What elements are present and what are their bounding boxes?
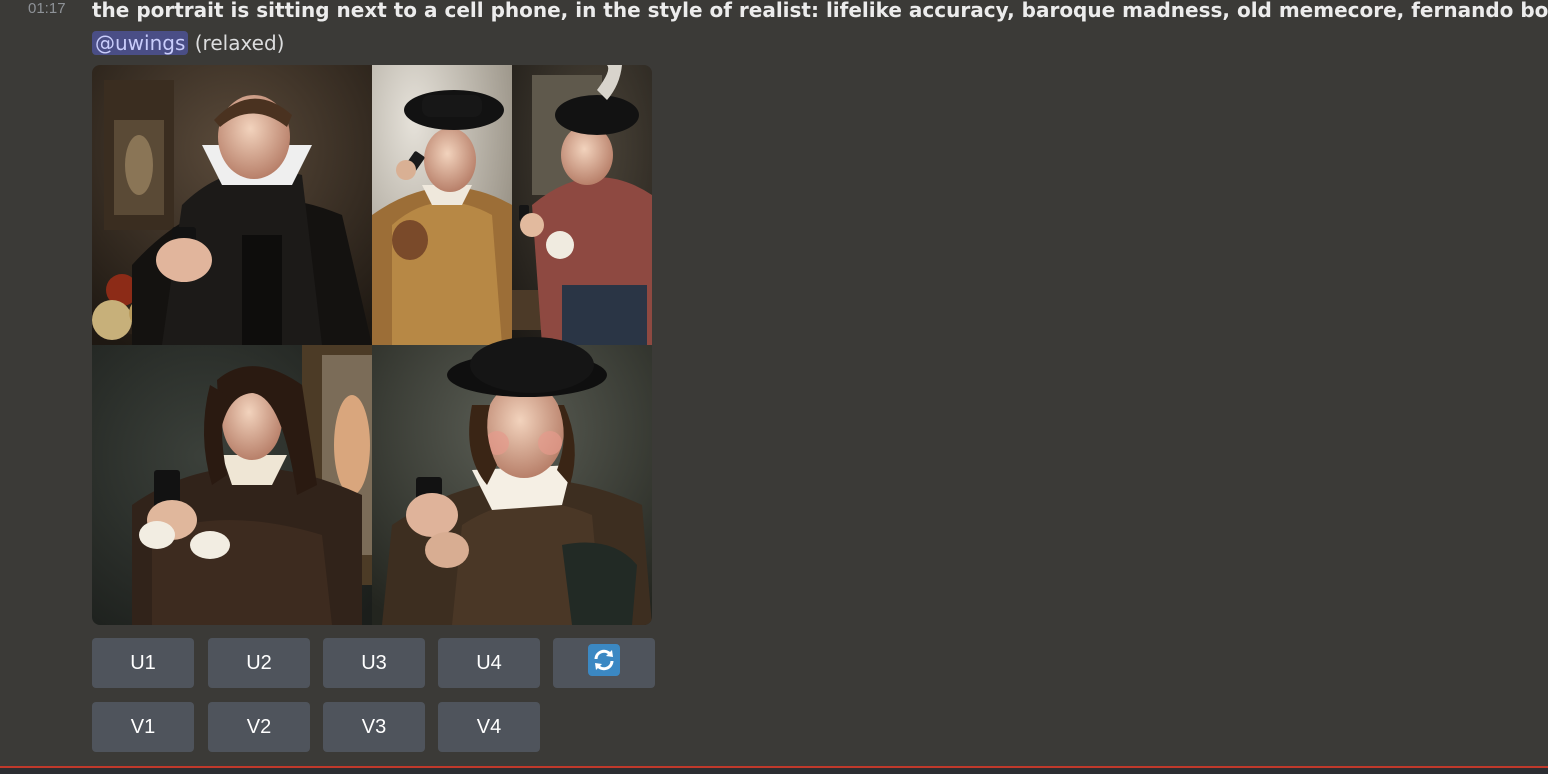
reroll-button[interactable] [553, 638, 655, 688]
variation-button-1[interactable]: V1 [92, 702, 194, 752]
upscale-button-4[interactable]: U4 [438, 638, 540, 688]
user-mention[interactable]: @uwings [92, 31, 189, 55]
image-grid[interactable] [92, 65, 652, 625]
message-timestamp: 01:17 [28, 0, 66, 17]
refresh-icon [588, 644, 620, 682]
bottom-divider [0, 766, 1548, 774]
mode-label: (relaxed) [194, 31, 285, 55]
portrait-tile-3[interactable] [512, 65, 652, 345]
variation-button-3[interactable]: V3 [323, 702, 425, 752]
portrait-tile-5[interactable] [372, 337, 652, 625]
portrait-tile-1[interactable] [92, 65, 372, 345]
variation-button-2[interactable]: V2 [208, 702, 310, 752]
portrait-tile-4[interactable] [92, 345, 372, 625]
variation-button-4[interactable]: V4 [438, 702, 540, 752]
upscale-button-3[interactable]: U3 [323, 638, 425, 688]
upscale-button-1[interactable]: U1 [92, 638, 194, 688]
upscale-button-2[interactable]: U2 [208, 638, 310, 688]
prompt-text: the portrait is sitting next to a cell p… [92, 0, 1548, 22]
portrait-tile-2[interactable] [372, 65, 512, 345]
message-meta: @uwings (relaxed) [92, 29, 284, 57]
